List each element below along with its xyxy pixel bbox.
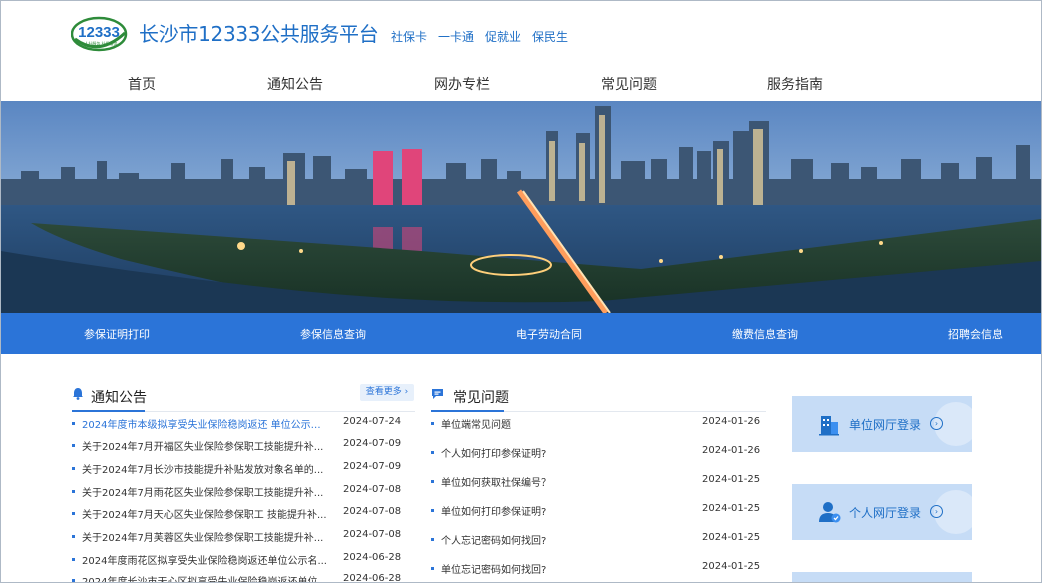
chat-bubble-icon — [432, 389, 443, 399]
notice-item[interactable]: 2024年度市本级拟享受失业保险稳岗返还 单位公示名... 2024-07-24 — [72, 416, 402, 434]
quick-link-insurance-info[interactable]: 参保信息查询 — [300, 326, 366, 342]
faq-item[interactable]: 单位如何获取社保编号？ 2024-01-25 — [431, 474, 761, 492]
user-icon — [819, 502, 841, 523]
slogan-item: 保民生 — [532, 30, 569, 44]
notice-item[interactable]: 关于2024年7月芙蓉区失业保险参保职工技能提升补... 2024-07-08 — [72, 529, 402, 547]
building-icon — [819, 416, 839, 436]
faq-item[interactable]: 单位忘记密码如何找回? 2024-01-25 — [431, 561, 761, 579]
quick-link-labor-contract[interactable]: 电子劳动合同 — [516, 326, 582, 342]
faq-underline — [431, 410, 504, 412]
quick-link-job-fairs[interactable]: 招聘会信息 — [948, 326, 1003, 342]
nav-faq[interactable]: 常见问题 — [601, 74, 657, 94]
svg-text:人社服务 社保服务: 人社服务 社保服务 — [84, 40, 117, 46]
notice-item[interactable]: 2024年度长沙市天心区拟享受失业保险稳岗返还单位... 2024-06-28 — [72, 573, 402, 582]
faq-title: 常见问题 — [453, 390, 509, 406]
faq-item[interactable]: 个人忘记密码如何找回? 2024-01-25 — [431, 532, 761, 550]
slogan-list: 社保卡 一卡通 促就业 保民生 — [391, 28, 579, 45]
city-banner-image — [1, 101, 1041, 313]
quick-link-payment-info[interactable]: 缴费信息查询 — [732, 326, 798, 342]
nav-home[interactable]: 首页 — [128, 74, 156, 94]
site-title: 长沙市12333公共服务平台 — [139, 22, 379, 46]
org-login-label: 单位网厅登录 — [849, 418, 922, 432]
nav-online-services[interactable]: 网办专栏 — [434, 74, 490, 94]
notices-title: 通知公告 — [91, 390, 147, 406]
personal-portal-login-button[interactable]: 个人网厅登录 › — [792, 484, 972, 540]
faq-item[interactable]: 个人如何打印参保证明? 2024-01-26 — [431, 445, 761, 463]
notice-item[interactable]: 2024年度雨花区拟享受失业保险稳岗返还单位公示名... 2024-06-28 — [72, 552, 402, 570]
notice-item[interactable]: 关于2024年7月开福区失业保险参保职工技能提升补... 2024-07-09 — [72, 438, 402, 456]
main-nav: 首页 通知公告 网办专栏 常见问题 服务指南 — [1, 74, 1041, 96]
banner-skyline-graphic — [1, 101, 1041, 313]
personal-login-label: 个人网厅登录 — [849, 506, 922, 520]
arrow-right-icon: › — [930, 417, 943, 430]
notice-item[interactable]: 关于2024年7月天心区失业保险参保职工 技能提升补... 2024-07-08 — [72, 506, 402, 524]
svg-text:12333: 12333 — [78, 24, 120, 41]
quick-links-bar: 参保证明打印 参保信息查询 电子劳动合同 缴费信息查询 招聘会信息 — [1, 313, 1041, 354]
faq-item[interactable]: 单位端常见问题 2024-01-26 — [431, 416, 761, 434]
quick-link-insurance-certificate[interactable]: 参保证明打印 — [84, 326, 150, 342]
slogan-item: 一卡通 — [438, 30, 475, 44]
site-header: 12333 人社服务 社保服务 长沙市12333公共服务平台 社保卡 一卡通 促就业… — [1, 1, 1041, 101]
faq-item[interactable]: 单位如何打印参保证明? 2024-01-25 — [431, 503, 761, 521]
nav-service-guide[interactable]: 服务指南 — [767, 74, 823, 94]
page-frame: 12333 人社服务 社保服务 长沙市12333公共服务平台 社保卡 一卡通 促就业… — [0, 0, 1042, 583]
notices-underline — [72, 410, 145, 412]
view-more-button[interactable]: 查看更多 › — [360, 384, 414, 401]
org-portal-login-button[interactable]: 单位网厅登录 › — [792, 396, 972, 452]
slogan-item: 社保卡 — [391, 30, 428, 44]
arrow-right-icon: › — [930, 505, 943, 518]
bell-icon — [73, 388, 83, 400]
slogan-item: 促就业 — [485, 30, 522, 44]
nav-notices[interactable]: 通知公告 — [267, 74, 323, 94]
logo-12333[interactable]: 12333 人社服务 社保服务 — [71, 13, 129, 53]
notice-item[interactable]: 关于2024年7月长沙市技能提升补贴发放对象名单的... 2024-07-09 — [72, 461, 402, 479]
notice-item[interactable]: 关于2024年7月雨花区失业保险参保职工技能提升补... 2024-07-08 — [72, 484, 402, 502]
third-login-card-partial[interactable] — [792, 572, 972, 582]
view-more-label: 查看更多 — [365, 387, 402, 397]
